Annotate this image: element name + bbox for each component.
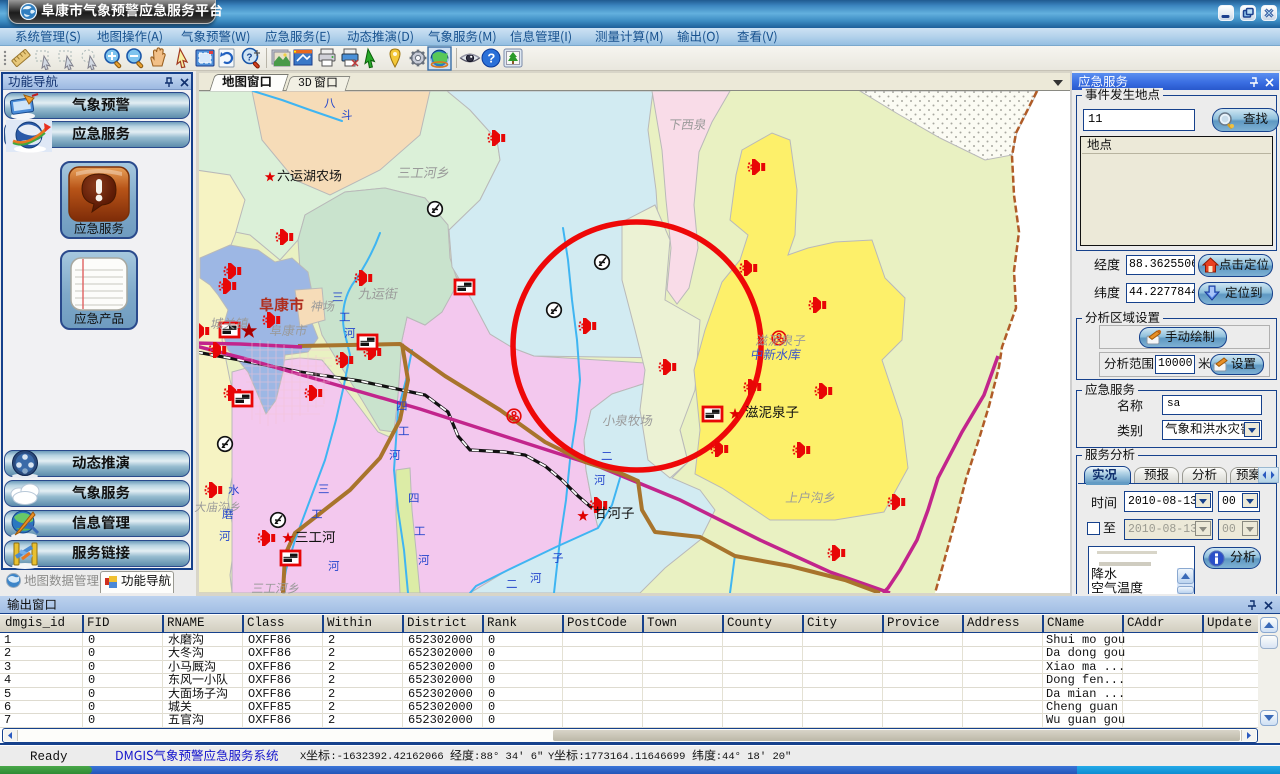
svg-text:?: ? (487, 51, 495, 66)
svg-text:?: ? (246, 53, 252, 64)
